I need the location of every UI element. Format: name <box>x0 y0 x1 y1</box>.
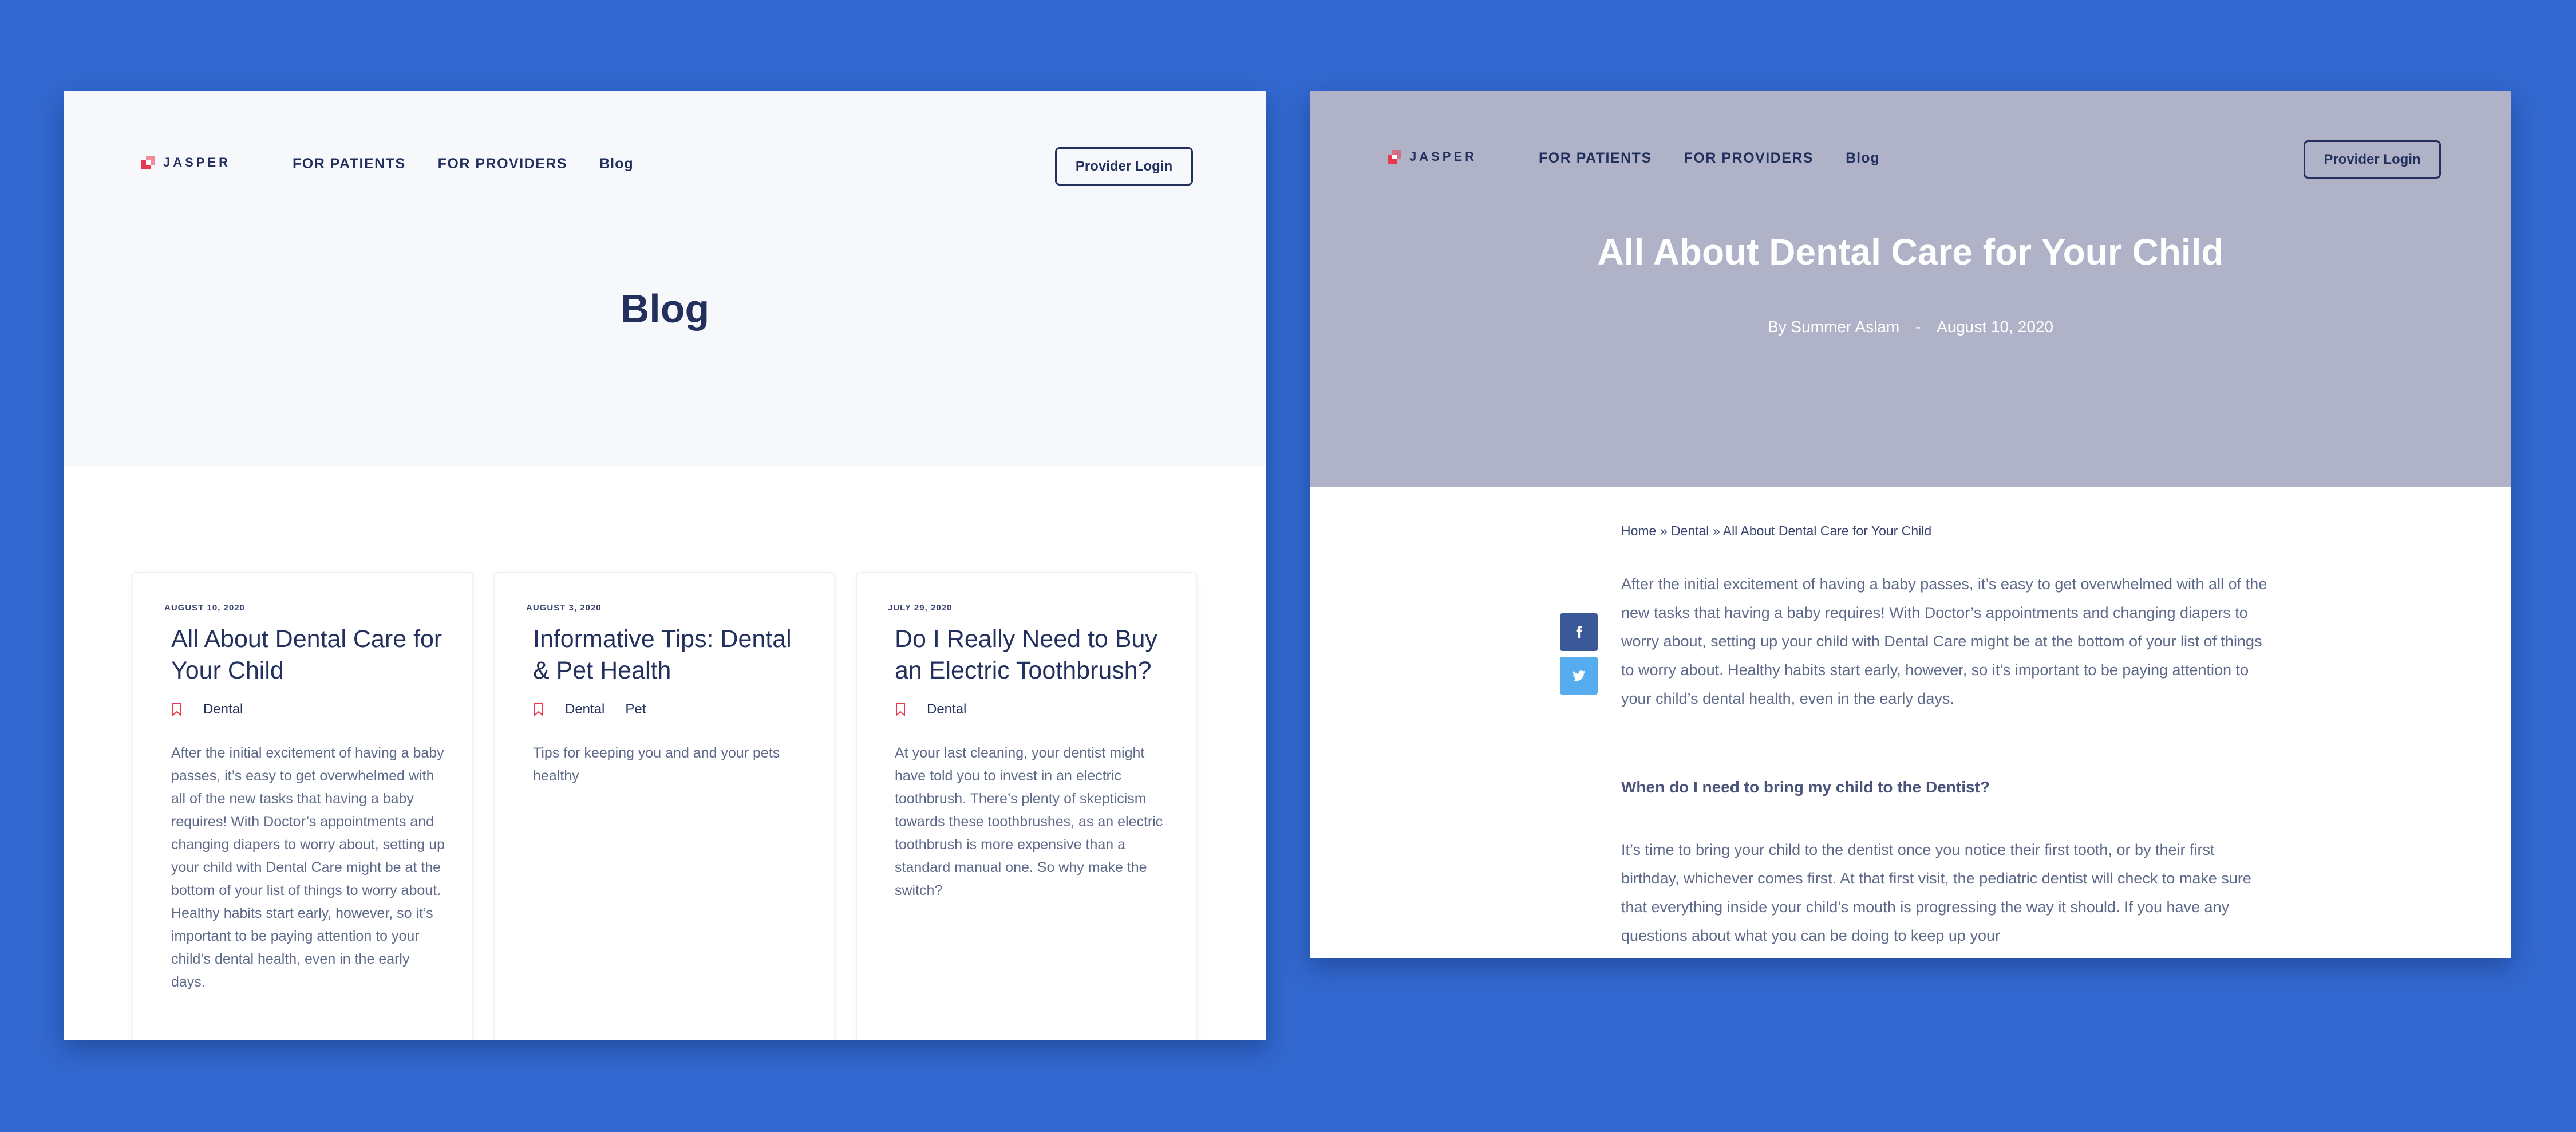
post-card[interactable]: AUGUST 3, 2020 Informative Tips: Dental … <box>494 572 835 1040</box>
main-nav: FOR PATIENTS FOR PROVIDERS Blog <box>293 156 634 172</box>
jasper-logo[interactable]: JASPER <box>1388 149 1477 164</box>
logo-mark-icon <box>1388 150 1401 164</box>
article-heading: When do I need to bring my child to the … <box>1621 778 1990 796</box>
breadcrumb-home[interactable]: Home <box>1621 523 1656 538</box>
tag-dental[interactable]: Dental <box>203 701 243 717</box>
post-title: All About Dental Care for Your Child <box>1597 231 2224 273</box>
share-twitter-button[interactable] <box>1560 657 1598 695</box>
breadcrumb-separator: » <box>1712 523 1720 538</box>
post-author[interactable]: By Summer Aslam <box>1768 318 1899 336</box>
post-tags: Dental Pet <box>533 701 646 717</box>
breadcrumb-separator: » <box>1660 523 1668 538</box>
logo-mark-icon <box>141 156 155 169</box>
tag-pet[interactable]: Pet <box>625 701 646 717</box>
post-date: AUGUST 3, 2020 <box>526 603 602 613</box>
post-date: JULY 29, 2020 <box>888 603 953 613</box>
breadcrumb-dental[interactable]: Dental <box>1671 523 1709 538</box>
bookmark-icon <box>534 703 543 716</box>
blog-post-screenshot: JASPER FOR PATIENTS FOR PROVIDERS Blog P… <box>1310 91 2511 958</box>
article-paragraph: It’s time to bring your child to the den… <box>1621 841 2251 944</box>
post-excerpt: At your last cleaning, your dentist migh… <box>895 745 1163 898</box>
post-title-link[interactable]: Informative Tips: Dental & Pet Health <box>533 624 813 687</box>
tag-dental[interactable]: Dental <box>565 701 605 717</box>
breadcrumb: Home » Dental » All About Dental Care fo… <box>1621 523 1931 539</box>
share-facebook-button[interactable] <box>1560 613 1598 651</box>
post-date: AUGUST 10, 2020 <box>164 603 245 613</box>
nav-for-patients[interactable]: FOR PATIENTS <box>1539 150 1652 167</box>
twitter-icon <box>1573 670 1585 681</box>
logo-text: JASPER <box>163 155 231 169</box>
page-title: Blog <box>620 286 710 331</box>
post-excerpt: After the initial excitement of having a… <box>171 745 445 990</box>
provider-login-button[interactable]: Provider Login <box>2304 140 2441 179</box>
bookmark-icon <box>172 703 181 716</box>
jasper-logo[interactable]: JASPER <box>141 155 231 170</box>
post-tags: Dental <box>171 701 243 717</box>
post-excerpt: Tips for keeping you and and your pets h… <box>533 745 780 784</box>
provider-login-button[interactable]: Provider Login <box>1055 147 1193 186</box>
post-title-link[interactable]: All About Dental Care for Your Child <box>171 624 452 687</box>
breadcrumb-current: All About Dental Care for Your Child <box>1722 523 1932 538</box>
nav-for-providers[interactable]: FOR PROVIDERS <box>438 156 567 172</box>
post-card[interactable]: AUGUST 10, 2020 All About Dental Care fo… <box>132 572 473 1040</box>
main-nav: FOR PATIENTS FOR PROVIDERS Blog <box>1539 150 1880 167</box>
nav-blog[interactable]: Blog <box>1846 150 1880 167</box>
blog-listing-screenshot: JASPER FOR PATIENTS FOR PROVIDERS Blog P… <box>64 91 1266 1040</box>
bookmark-icon <box>896 703 905 716</box>
post-title-link[interactable]: Do I Really Need to Buy an Electric Toot… <box>895 624 1175 687</box>
tag-dental[interactable]: Dental <box>927 701 966 717</box>
post-hero: JASPER FOR PATIENTS FOR PROVIDERS Blog P… <box>1310 91 2511 487</box>
blog-hero: JASPER FOR PATIENTS FOR PROVIDERS Blog P… <box>64 91 1266 466</box>
post-date: August 10, 2020 <box>1937 318 2054 336</box>
article-paragraph: After the initial excitement of having a… <box>1621 575 2267 707</box>
post-meta: By Summer Aslam - August 10, 2020 <box>1310 318 2511 336</box>
nav-for-providers[interactable]: FOR PROVIDERS <box>1684 150 1814 167</box>
logo-text: JASPER <box>1409 149 1477 164</box>
nav-for-patients[interactable]: FOR PATIENTS <box>293 156 406 172</box>
post-card[interactable]: JULY 29, 2020 Do I Really Need to Buy an… <box>856 572 1197 1040</box>
post-tags: Dental <box>895 701 966 717</box>
nav-blog[interactable]: Blog <box>599 156 634 172</box>
facebook-icon <box>1576 626 1582 638</box>
meta-separator: - <box>1915 318 1921 336</box>
